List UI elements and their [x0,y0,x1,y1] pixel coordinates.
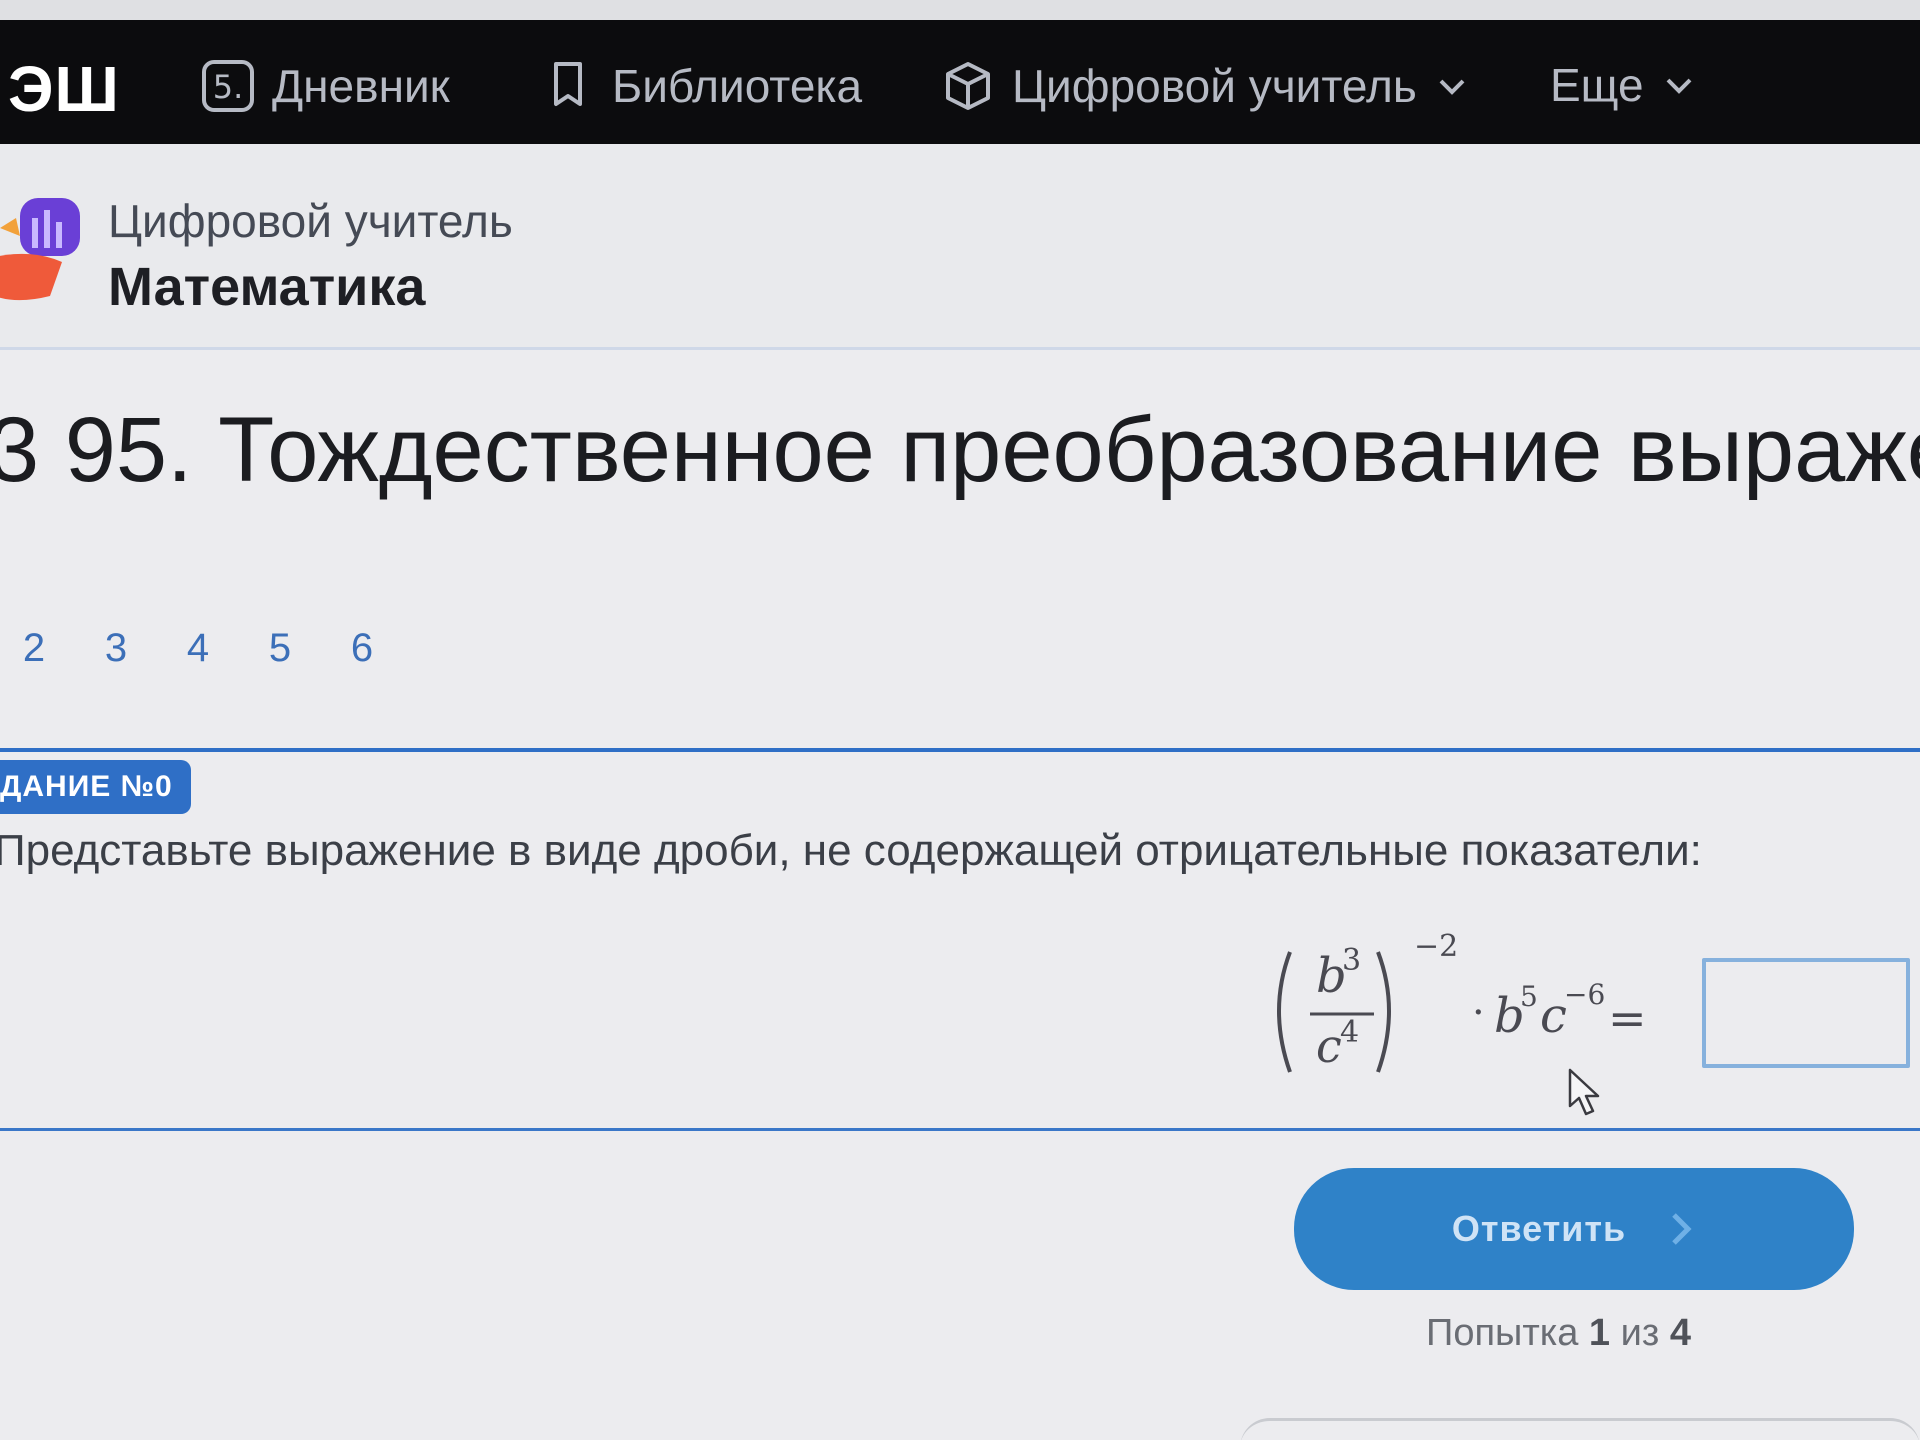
subject-label: Математика [108,257,426,317]
task-badge: ДАНИЕ №0 [0,760,191,814]
nav-item-more-label: Еще [1550,59,1644,111]
formula-num-exp: 3 [1342,943,1361,978]
nav-item-library[interactable]: Библиотека [540,58,862,114]
svg-text:5.: 5. [213,68,244,106]
mouse-cursor-icon [1568,1068,1600,1116]
task-divider-bottom [0,1128,1920,1131]
digital-teacher-logo-icon [0,198,80,301]
nav-item-library-label: Библиотека [612,60,863,112]
top-navigation: ЭШ 5. Дневник Библиотека Цифровой учител… [0,20,1920,144]
task-number-list: 2 3 4 5 6 [16,626,380,671]
task-number-item[interactable]: 5 [262,626,298,671]
formula-den-base: c [1316,1019,1342,1073]
nav-item-diary[interactable]: 5. Дневник [200,58,450,114]
formula-dot: · [1472,990,1485,1036]
task-number-item[interactable]: 6 [344,626,380,671]
attempt-current: 1 [1588,1312,1611,1354]
task-number-item[interactable]: 2 [16,626,52,671]
cube-icon [946,62,990,110]
nav-item-digital-teacher[interactable]: Цифровой учитель [940,58,1469,114]
page: ЭШ 5. Дневник Библиотека Цифровой учител… [0,0,1920,1440]
attempt-mid: из [1620,1312,1660,1354]
nav-item-diary-label: Дневник [272,60,450,112]
section-label: Цифровой учитель [108,195,513,247]
browser-top-strip [0,0,1920,20]
nav-item-digital-teacher-label: Цифровой учитель [1012,60,1417,112]
course-header: Цифровой учитель Математика [0,144,1920,350]
chevron-right-icon [1672,1213,1692,1245]
formula-c-exp: −6 [1564,978,1605,1011]
answer-button[interactable]: Ответить [1294,1168,1854,1290]
chevron-down-icon [1666,78,1692,94]
nav-item-more[interactable]: Еще [1550,58,1696,112]
task-divider-top [0,748,1920,752]
task-number-item[interactable]: 3 [98,626,134,671]
attempt-total: 4 [1669,1312,1691,1354]
math-formula: b 3 c 4 −2 · b 5 c −6 = [1277,930,1647,1073]
formula-c: c [1540,988,1567,1044]
bottom-panel-edge [1240,1418,1920,1440]
attempt-counter: Попытка 1 из 4 [1426,1312,1691,1355]
brand-logo-text[interactable]: ЭШ [8,52,120,126]
task-instruction: Представьте выражение в виде дроби, не с… [0,826,1702,875]
formula-den-exp: 4 [1340,1015,1359,1050]
formula-equals: = [1608,991,1647,1045]
chevron-down-icon [1439,79,1465,95]
formula-b-exp: 5 [1520,980,1538,1013]
answer-button-label: Ответить [1451,1208,1627,1249]
formula-outer-exp: −2 [1414,930,1458,964]
lesson-title: 3 95. Тождественное преобразование выраж… [0,399,1920,501]
task-number-item[interactable]: 4 [180,626,216,671]
diary-5-icon: 5. [202,60,254,112]
answer-input[interactable] [1702,958,1910,1068]
bookmark-icon [554,62,582,106]
attempt-prefix: Попытка [1426,1312,1579,1354]
